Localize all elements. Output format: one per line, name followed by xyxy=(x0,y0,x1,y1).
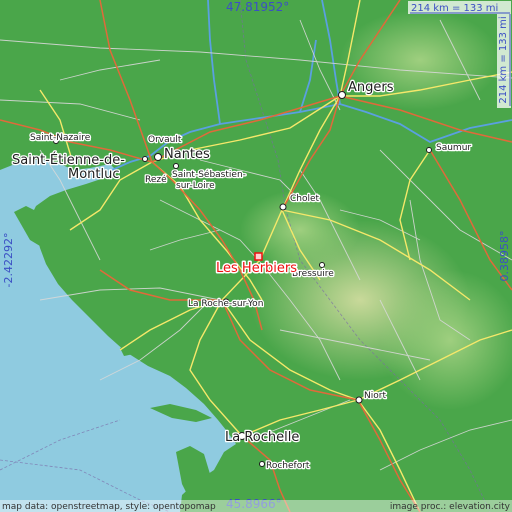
coordinate-left: -2.42292° xyxy=(2,233,15,288)
city-marker[interactable] xyxy=(259,461,265,467)
city-label-saumur[interactable]: Saumur xyxy=(435,142,473,155)
attribution: map data: openstreetmap, style: opentopo… xyxy=(0,500,512,512)
city-label-nantes[interactable]: Nantes xyxy=(163,146,212,164)
city-label-saint-etienne-de[interactable]: Saint-Étienne-de- xyxy=(11,151,127,170)
city-label-rochefort[interactable]: Rochefort xyxy=(265,460,312,473)
city-marker[interactable] xyxy=(154,153,162,161)
city-label-bressuire[interactable]: Bressuire xyxy=(291,268,336,281)
city-label-angers[interactable]: Angers xyxy=(347,79,395,97)
city-marker[interactable] xyxy=(319,262,325,268)
city-label-montluc[interactable]: Montluc xyxy=(67,166,121,184)
city-label-sur-loire[interactable]: sur-Loire xyxy=(175,180,217,193)
map-canvas[interactable]: Angers Saint-Nazaire Orvault Nantes Sain… xyxy=(0,0,512,512)
city-marker[interactable] xyxy=(355,396,363,404)
coordinate-right: 0.38958° xyxy=(498,231,511,282)
svg-text:214 km = 133 mi: 214 km = 133 mi xyxy=(498,16,509,103)
hill-shade xyxy=(340,10,500,110)
city-label-niort[interactable]: Niort xyxy=(363,390,388,403)
city-label-reze[interactable]: Rezé xyxy=(144,173,169,187)
city-marker[interactable] xyxy=(279,203,287,211)
city-label-orvault[interactable]: Orvault xyxy=(147,134,183,147)
svg-text:214 km = 133 mi: 214 km = 133 mi xyxy=(411,3,498,14)
city-label-cholet[interactable]: Cholet xyxy=(289,193,321,206)
city-marker[interactable] xyxy=(426,147,432,153)
highlight-place-marker[interactable] xyxy=(254,252,263,261)
city-label-la-rochelle[interactable]: La Rochelle xyxy=(224,429,301,447)
city-label-saint-sebastien[interactable]: Saint-Sébastien- xyxy=(171,168,248,182)
attribution-right: image proc.: elevation.city xyxy=(390,502,511,512)
scale-bar-horizontal: 214 km = 133 mi xyxy=(408,1,511,14)
city-marker[interactable] xyxy=(338,91,346,99)
attribution-left: map data: openstreetmap, style: opentopo… xyxy=(2,502,216,512)
city-label-saint-nazaire[interactable]: Saint-Nazaire xyxy=(29,132,92,145)
city-label-la-roche-sur-yon[interactable]: La Roche-sur-Yon xyxy=(187,298,265,311)
city-marker[interactable] xyxy=(173,163,179,169)
coordinate-top: 47.81952° xyxy=(226,0,289,14)
city-marker[interactable] xyxy=(142,156,148,162)
highlight-place-label[interactable]: Les Herbiers xyxy=(215,260,299,278)
scale-bar-vertical: 214 km = 133 mi xyxy=(497,14,511,108)
